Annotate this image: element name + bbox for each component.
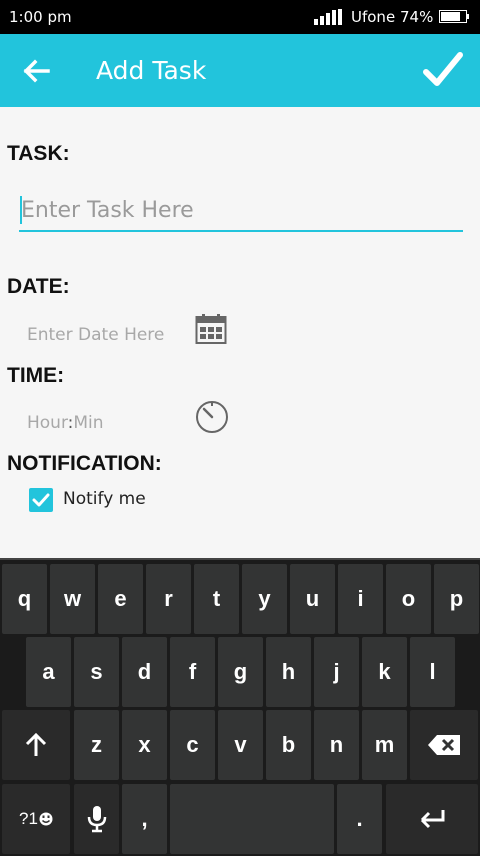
key-l[interactable]: l xyxy=(410,637,455,707)
comma-label: , xyxy=(141,806,148,831)
key-y[interactable]: y xyxy=(242,564,287,634)
key-n[interactable]: n xyxy=(314,710,359,780)
task-input[interactable] xyxy=(19,190,463,232)
key-z[interactable]: z xyxy=(74,710,119,780)
carrier-name: Ufone xyxy=(351,8,396,26)
microphone-icon xyxy=(87,806,106,833)
back-arrow-icon[interactable] xyxy=(22,56,52,86)
comma-key[interactable]: , xyxy=(122,784,167,854)
key-t[interactable]: t xyxy=(194,564,239,634)
key-c[interactable]: c xyxy=(170,710,215,780)
key-s[interactable]: s xyxy=(74,637,119,707)
battery-percent: 74% xyxy=(400,8,434,26)
key-o[interactable]: o xyxy=(386,564,431,634)
notify-label: Notify me xyxy=(63,489,146,509)
timer-icon[interactable] xyxy=(195,400,229,434)
symbols-key[interactable]: ?1 xyxy=(2,784,70,854)
notification-label: NOTIFICATION: xyxy=(7,452,162,475)
backspace-key[interactable] xyxy=(410,710,478,780)
calendar-icon[interactable] xyxy=(195,313,227,345)
key-m[interactable]: m xyxy=(362,710,407,780)
shift-arrow-icon xyxy=(25,732,47,756)
key-k[interactable]: k xyxy=(362,637,407,707)
key-i[interactable]: i xyxy=(338,564,383,634)
key-v[interactable]: v xyxy=(218,710,263,780)
status-time: 1:00 pm xyxy=(9,8,72,26)
status-bar: 1:00 pm Ufone 74% xyxy=(0,0,480,34)
key-g[interactable]: g xyxy=(218,637,263,707)
enter-key[interactable] xyxy=(386,784,478,854)
app-bar: Add Task xyxy=(0,34,480,107)
key-a[interactable]: a xyxy=(26,637,71,707)
page-title: Add Task xyxy=(96,56,207,85)
emoji-icon xyxy=(39,812,53,826)
key-h[interactable]: h xyxy=(266,637,311,707)
key-j[interactable]: j xyxy=(314,637,359,707)
key-f[interactable]: f xyxy=(170,637,215,707)
backspace-icon xyxy=(428,735,460,755)
time-label: TIME: xyxy=(7,364,65,387)
period-key[interactable]: . xyxy=(337,784,382,854)
time-input[interactable]: Hour:Min xyxy=(27,413,104,433)
save-check-icon[interactable] xyxy=(422,50,464,90)
key-b[interactable]: b xyxy=(266,710,311,780)
symbols-label: ?1 xyxy=(19,809,38,828)
spacebar[interactable] xyxy=(170,784,334,854)
signal-icon xyxy=(314,9,342,25)
battery-icon xyxy=(439,10,469,23)
checkmark-icon xyxy=(32,493,50,507)
shift-key[interactable] xyxy=(2,710,70,780)
checkbox-checked[interactable] xyxy=(29,488,53,512)
period-label: . xyxy=(356,806,363,831)
date-input[interactable] xyxy=(27,323,187,347)
text-cursor xyxy=(20,196,22,224)
key-e[interactable]: e xyxy=(98,564,143,634)
enter-arrow-icon xyxy=(420,810,445,829)
microphone-key[interactable] xyxy=(74,784,119,854)
key-u[interactable]: u xyxy=(290,564,335,634)
key-r[interactable]: r xyxy=(146,564,191,634)
hour-field[interactable]: Hour xyxy=(27,413,68,433)
key-d[interactable]: d xyxy=(122,637,167,707)
soft-keyboard: qwertyuiop asdfghjkl zxcvbnm ?1 , . xyxy=(0,558,480,856)
minute-field[interactable]: Min xyxy=(73,413,103,433)
key-p[interactable]: p xyxy=(434,564,479,634)
key-w[interactable]: w xyxy=(50,564,95,634)
task-label: TASK: xyxy=(7,142,70,165)
key-x[interactable]: x xyxy=(122,710,167,780)
key-q[interactable]: q xyxy=(2,564,47,634)
date-label: DATE: xyxy=(7,275,70,298)
